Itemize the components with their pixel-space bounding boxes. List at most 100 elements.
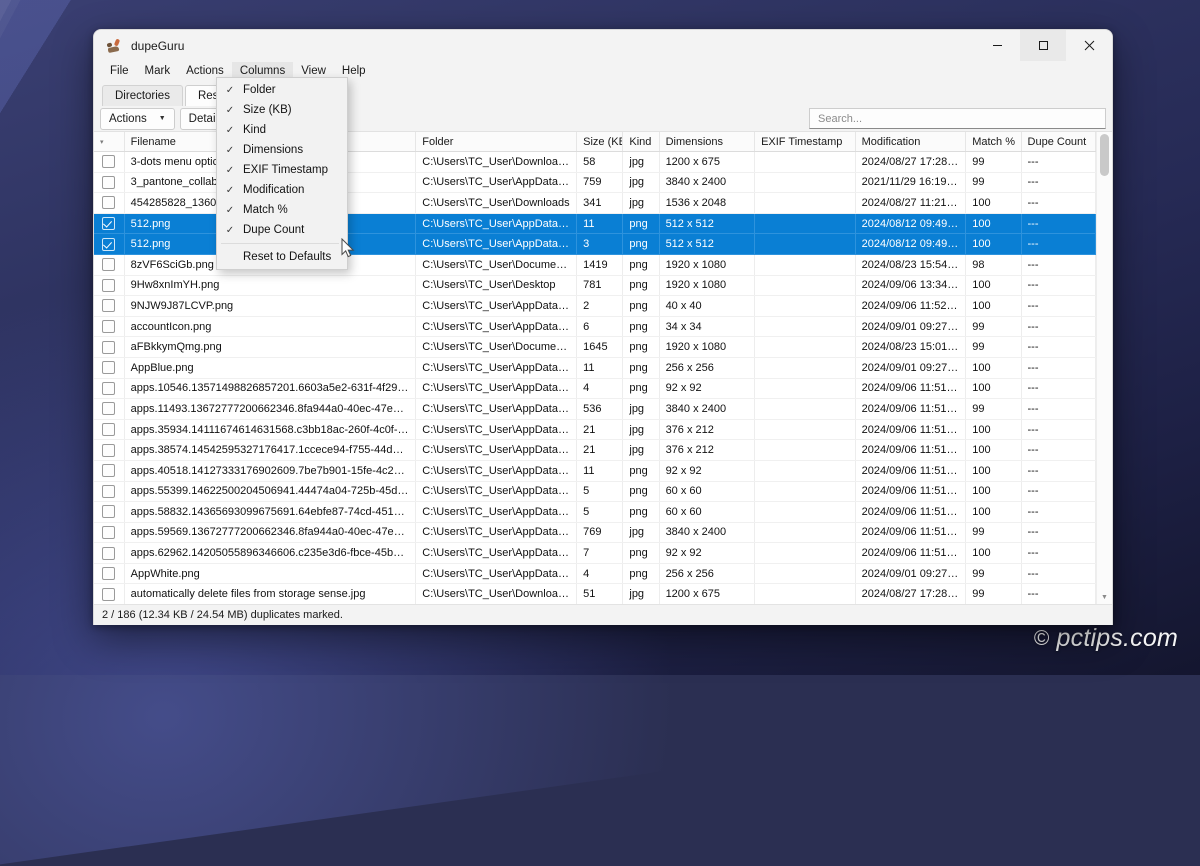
row-checkbox-cell[interactable]: [94, 399, 124, 420]
row-checkbox-cell[interactable]: [94, 152, 124, 173]
checkbox-icon[interactable]: [102, 423, 115, 436]
menu-item-modification[interactable]: ✓Modification: [217, 180, 347, 200]
checkbox-icon[interactable]: [102, 258, 115, 271]
row-checkbox-cell[interactable]: [94, 254, 124, 275]
table-row[interactable]: 9Hw8xnImYH.pngC:\Users\TC_User\Desktop78…: [94, 275, 1096, 296]
table-row[interactable]: apps.58832.14365693099675691.64ebfe87-74…: [94, 502, 1096, 523]
row-checkbox-cell[interactable]: [94, 481, 124, 502]
cell-dupe-count: ---: [1021, 316, 1095, 337]
row-checkbox-cell[interactable]: [94, 296, 124, 317]
table-row[interactable]: automatically delete files from storage …: [94, 584, 1096, 604]
table-row[interactable]: apps.55399.14622500204506941.44474a04-72…: [94, 481, 1096, 502]
header-match-percent[interactable]: Match %: [966, 132, 1021, 152]
checkbox-icon[interactable]: [102, 341, 115, 354]
row-checkbox-cell[interactable]: [94, 419, 124, 440]
checkbox-icon[interactable]: [102, 320, 115, 333]
menu-item-exif-timestamp[interactable]: ✓EXIF Timestamp: [217, 160, 347, 180]
row-checkbox-cell[interactable]: [94, 234, 124, 255]
cell-dupe-count: ---: [1021, 234, 1095, 255]
row-checkbox-cell[interactable]: [94, 543, 124, 564]
row-checkbox-cell[interactable]: [94, 172, 124, 193]
header-size[interactable]: Size (KB): [577, 132, 623, 152]
cell-dupe-count: ---: [1021, 378, 1095, 399]
row-checkbox-cell[interactable]: [94, 522, 124, 543]
actions-button[interactable]: Actions ▼: [100, 108, 175, 130]
scrollbar-thumb[interactable]: [1100, 134, 1109, 176]
cell-exif-timestamp: [755, 419, 856, 440]
header-modification[interactable]: Modification: [855, 132, 966, 152]
checkbox-icon[interactable]: [102, 176, 115, 189]
cell-folder: C:\Users\TC_User\AppData\Loca...: [416, 481, 577, 502]
checkbox-icon[interactable]: [102, 444, 115, 457]
menu-mark[interactable]: Mark: [137, 62, 179, 81]
checkbox-icon[interactable]: [102, 402, 115, 415]
cell-match-percent: 100: [966, 357, 1021, 378]
header-dupe-count[interactable]: Dupe Count: [1021, 132, 1095, 152]
search-input[interactable]: [816, 112, 1099, 126]
cell-modification: 2024/09/06 11:52:01: [855, 296, 966, 317]
table-row[interactable]: apps.10546.13571498826857201.6603a5e2-63…: [94, 378, 1096, 399]
row-checkbox-cell[interactable]: [94, 337, 124, 358]
row-checkbox-cell[interactable]: [94, 563, 124, 584]
table-row[interactable]: AppWhite.pngC:\Users\TC_User\AppData\Loc…: [94, 563, 1096, 584]
menu-item-reset-to-defaults[interactable]: Reset to Defaults: [217, 247, 347, 267]
row-checkbox-cell[interactable]: [94, 357, 124, 378]
header-dimensions[interactable]: Dimensions: [659, 132, 755, 152]
cell-dupe-count: ---: [1021, 357, 1095, 378]
checkbox-icon[interactable]: [102, 588, 115, 601]
tab-directories[interactable]: Directories: [102, 85, 183, 106]
vertical-scrollbar[interactable]: ▲ ▼: [1096, 132, 1112, 604]
cell-kind: png: [623, 254, 659, 275]
table-row[interactable]: aFBkkymQmg.pngC:\Users\TC_User\Documents…: [94, 337, 1096, 358]
header-folder[interactable]: Folder: [416, 132, 577, 152]
row-checkbox-cell[interactable]: [94, 584, 124, 604]
row-checkbox-cell[interactable]: [94, 193, 124, 214]
checkbox-checked-icon[interactable]: [102, 238, 115, 251]
menu-item-folder[interactable]: ✓Folder: [217, 80, 347, 100]
checkbox-icon[interactable]: [102, 196, 115, 209]
row-checkbox-cell[interactable]: [94, 440, 124, 461]
checkbox-icon[interactable]: [102, 526, 115, 539]
maximize-button[interactable]: [1020, 30, 1066, 61]
table-row[interactable]: apps.40518.14127333176902609.7be7b901-15…: [94, 460, 1096, 481]
row-checkbox-cell[interactable]: [94, 275, 124, 296]
table-row[interactable]: 9NJW9J87LCVP.pngC:\Users\TC_User\AppData…: [94, 296, 1096, 317]
checkbox-icon[interactable]: [102, 505, 115, 518]
table-row[interactable]: apps.38574.14542595327176417.1ccece94-f7…: [94, 440, 1096, 461]
table-row[interactable]: apps.11493.13672777200662346.8fa944a0-40…: [94, 399, 1096, 420]
checkbox-icon[interactable]: [102, 464, 115, 477]
menu-item-dimensions[interactable]: ✓Dimensions: [217, 140, 347, 160]
menu-item-size-kb[interactable]: ✓Size (KB): [217, 100, 347, 120]
table-row[interactable]: accountIcon.pngC:\Users\TC_User\AppData\…: [94, 316, 1096, 337]
close-button[interactable]: [1066, 30, 1112, 61]
search-box[interactable]: [809, 108, 1106, 129]
checkbox-icon[interactable]: [102, 155, 115, 168]
checkbox-icon[interactable]: [102, 547, 115, 560]
checkbox-icon[interactable]: [102, 279, 115, 292]
minimize-button[interactable]: [974, 30, 1020, 61]
table-row[interactable]: apps.62962.14205055896346606.c235e3d6-fb…: [94, 543, 1096, 564]
checkbox-icon[interactable]: [102, 361, 115, 374]
menu-item-match[interactable]: ✓Match %: [217, 200, 347, 220]
row-checkbox-cell[interactable]: [94, 460, 124, 481]
row-checkbox-cell[interactable]: [94, 502, 124, 523]
table-row[interactable]: apps.59569.13672777200662346.8fa944a0-40…: [94, 522, 1096, 543]
cell-size: 2: [577, 296, 623, 317]
checkbox-checked-icon[interactable]: [102, 217, 115, 230]
menu-file[interactable]: File: [102, 62, 137, 81]
checkbox-icon[interactable]: [102, 382, 115, 395]
menu-item-kind[interactable]: ✓Kind: [217, 120, 347, 140]
header-kind[interactable]: Kind: [623, 132, 659, 152]
table-row[interactable]: apps.35934.14111674614631568.c3bb18ac-26…: [94, 419, 1096, 440]
checkbox-icon[interactable]: [102, 299, 115, 312]
checkbox-icon[interactable]: [102, 485, 115, 498]
menu-item-dupe-count[interactable]: ✓Dupe Count: [217, 220, 347, 240]
row-checkbox-cell[interactable]: [94, 378, 124, 399]
table-row[interactable]: AppBlue.pngC:\Users\TC_User\AppData\Loca…: [94, 357, 1096, 378]
header-select-all[interactable]: ▾: [94, 132, 124, 152]
header-exif-timestamp[interactable]: EXIF Timestamp: [755, 132, 856, 152]
scroll-down-icon[interactable]: ▼: [1097, 590, 1112, 604]
row-checkbox-cell[interactable]: [94, 213, 124, 234]
checkbox-icon[interactable]: [102, 567, 115, 580]
row-checkbox-cell[interactable]: [94, 316, 124, 337]
